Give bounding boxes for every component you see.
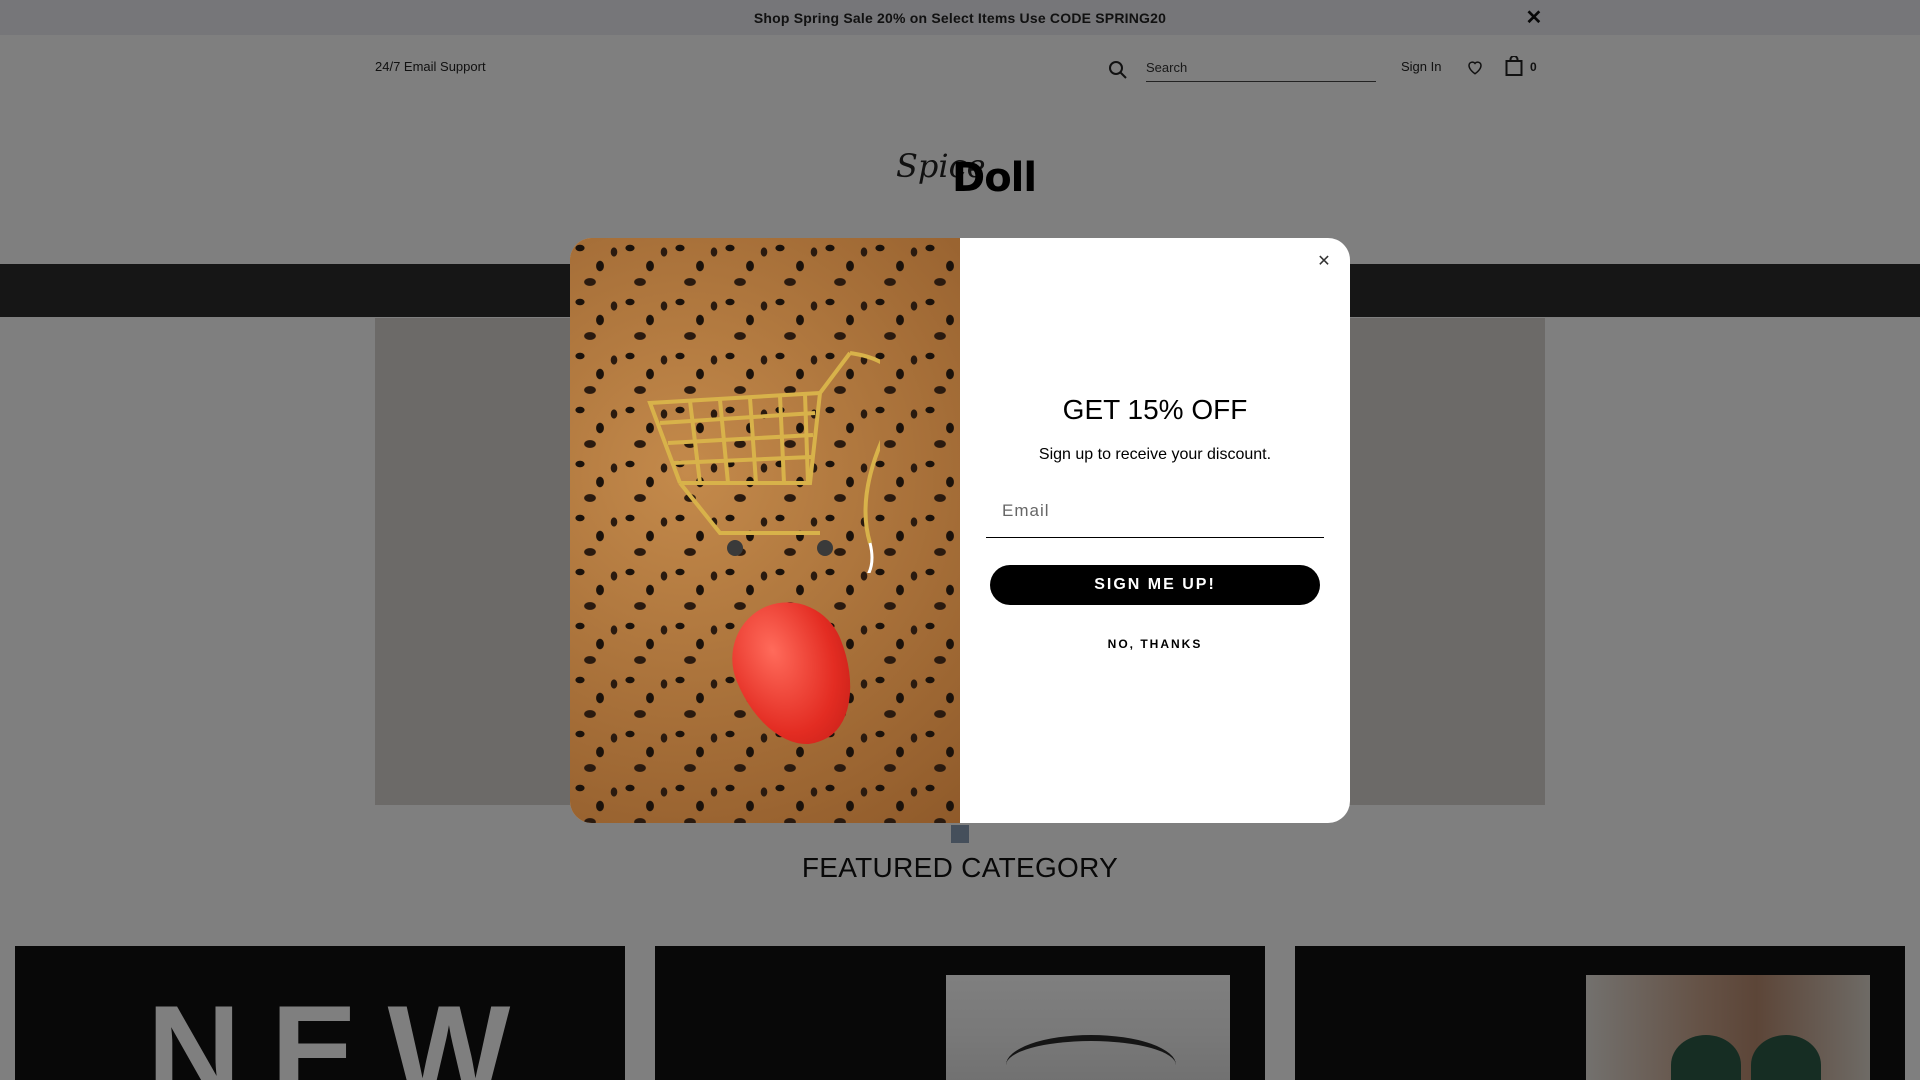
discount-popup: ✕ GET 15% OFF Sign up to receive your di… <box>570 238 1350 823</box>
popup-subtitle: Sign up to receive your discount. <box>1038 446 1272 463</box>
email-field[interactable] <box>986 484 1324 538</box>
popup-title: GET 15% OFF <box>1062 394 1248 425</box>
popup-image <box>570 238 960 823</box>
sign-me-up-button[interactable]: SIGN ME UP! <box>990 565 1320 605</box>
computer-mouse <box>714 585 874 762</box>
no-thanks-button[interactable]: NO, THANKS <box>960 637 1350 651</box>
close-icon[interactable]: ✕ <box>1312 250 1336 274</box>
shopping-cart-icon <box>647 351 880 573</box>
